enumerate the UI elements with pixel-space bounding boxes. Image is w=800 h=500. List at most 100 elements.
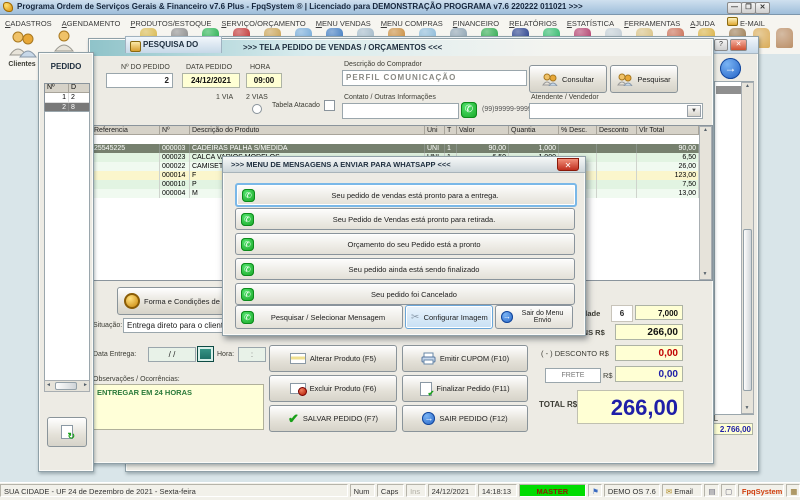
second-toolbar-icon[interactable] bbox=[52, 29, 76, 53]
pesquisa-list-scrollbar[interactable]: ▲ ▼ bbox=[741, 82, 754, 414]
frete-input[interactable]: FRETE bbox=[545, 368, 601, 383]
whatsapp-message-button[interactable]: ✆Seu Pedido de Vendas está pronto para r… bbox=[235, 208, 575, 230]
menu-item[interactable]: AGENDAMENTO bbox=[57, 17, 126, 28]
whatsapp-message-button[interactable]: ✆Orçamento do seu Pedido está a pronto bbox=[235, 233, 575, 255]
pesquisa-selected-row[interactable] bbox=[716, 86, 741, 94]
menu-item[interactable]: MENU VENDAS bbox=[311, 17, 376, 28]
hora-entrega-label: Hora: bbox=[217, 351, 234, 358]
observacoes-textarea[interactable]: ENTREGAR EM 24 HORAS bbox=[92, 384, 264, 430]
scroll-down-icon[interactable]: ▼ bbox=[742, 405, 752, 412]
sair-pedido-button[interactable]: → SAIR PEDIDO (F12) bbox=[402, 405, 528, 432]
emitir-cupom-button[interactable]: Emitir CUPOM (F10) bbox=[402, 345, 528, 372]
menu-item[interactable]: FERRAMENTAS bbox=[619, 17, 685, 28]
hscroll-thumb[interactable] bbox=[55, 382, 77, 390]
configurar-imagem-button[interactable]: ✂ Configurar Imagem bbox=[405, 305, 493, 329]
clientes-toolbar-button[interactable]: Clientes bbox=[2, 29, 42, 75]
grid-scrollbar[interactable]: ▲ ▼ bbox=[699, 126, 712, 280]
grid-column-header[interactable]: Nº bbox=[160, 126, 190, 135]
menu-item[interactable]: FINANCEIRO bbox=[448, 17, 504, 28]
grid-column-header[interactable]: Valor bbox=[457, 126, 509, 135]
scroll-left-icon[interactable]: ◄ bbox=[46, 382, 51, 389]
clients-people-icon bbox=[7, 29, 37, 61]
dialog-title: >>> MENU DE MENSAGENS A ENVIAR PARA WHAT… bbox=[231, 160, 451, 169]
vias-radio[interactable] bbox=[252, 104, 262, 114]
grid-cell bbox=[597, 171, 637, 180]
minimize-button[interactable]: — bbox=[727, 2, 742, 14]
maximize-button[interactable]: ❐ bbox=[741, 2, 756, 14]
whatsapp-message-label: Seu pedido ainda está sendo finalizado bbox=[254, 265, 574, 274]
calendar-icon-button[interactable] bbox=[197, 346, 214, 362]
pesquisar-mensagem-button[interactable]: ✆ Pesquisar / Selecionar Mensagem bbox=[235, 305, 403, 329]
whatsapp-message-button[interactable]: ✆Seu pedido ainda está sendo finalizado bbox=[235, 258, 575, 280]
scroll-right-icon[interactable]: ► bbox=[83, 382, 88, 389]
grid-column-header[interactable]: Desconto bbox=[597, 126, 637, 135]
grid-scroll-down-icon[interactable]: ▼ bbox=[700, 271, 710, 278]
pesquisa-result-list[interactable]: ▲ ▼ bbox=[714, 81, 754, 415]
comprador-input[interactable]: PERFIL COMUNICAÇÃO bbox=[342, 70, 527, 86]
menu-item[interactable]: SERVIÇO/ORÇAMENTO bbox=[216, 17, 310, 28]
finalizar-pedido-button[interactable]: ✔ Finalizar Pedido (F11) bbox=[402, 375, 528, 402]
grid-cell: 13,00 bbox=[637, 189, 699, 198]
salvar-pedido-button[interactable]: ✔ SALVAR PEDIDO (F7) bbox=[269, 405, 397, 432]
email-menu-icon bbox=[727, 17, 738, 26]
pedido-refresh-doc-button[interactable]: ↻ bbox=[47, 417, 87, 447]
dialog-close-button[interactable]: ✕ bbox=[557, 158, 579, 171]
pesquisar-button[interactable]: Pesquisar bbox=[610, 65, 678, 93]
whatsapp-icon: ✆ bbox=[241, 213, 254, 226]
close-button[interactable]: ✕ bbox=[755, 2, 770, 14]
delete-record-icon bbox=[290, 383, 306, 394]
scroll-thumb[interactable] bbox=[743, 229, 752, 391]
menu-item[interactable]: RELATÓRIOS bbox=[504, 17, 562, 28]
grid-column-header[interactable]: % Desc. bbox=[559, 126, 597, 135]
menu-item[interactable]: AJUDA bbox=[685, 17, 720, 28]
pesquisa-title-text: PESQUISA DO bbox=[143, 40, 198, 49]
atendente-dropdown[interactable]: ▼ bbox=[529, 103, 703, 119]
whatsapp-message-button[interactable]: ✆Seu pedido foi Cancelado bbox=[235, 283, 575, 305]
menu-item[interactable]: ESTATÍSTICA bbox=[562, 17, 619, 28]
finalizar-pedido-label: Finalizar Pedido (F11) bbox=[436, 384, 509, 393]
status-clipboard-icon[interactable]: ▦ bbox=[786, 484, 800, 497]
data-entrega-input[interactable]: / / bbox=[148, 347, 196, 362]
tabela-atacado-checkbox[interactable] bbox=[324, 100, 335, 111]
contato-input[interactable] bbox=[342, 103, 459, 119]
num-pedido-input[interactable]: 2 bbox=[106, 73, 173, 88]
status-email-button[interactable]: ✉ Email bbox=[662, 484, 703, 497]
grid-scroll-up-icon[interactable]: ▲ bbox=[700, 127, 711, 134]
grid-column-header[interactable]: Vlr Total bbox=[637, 126, 699, 135]
scroll-up-icon[interactable]: ▲ bbox=[742, 83, 753, 90]
grid-column-header[interactable]: T bbox=[445, 126, 457, 135]
chevron-down-icon[interactable]: ▼ bbox=[687, 105, 701, 117]
grid-cell bbox=[92, 189, 160, 198]
menu-item[interactable]: PRODUTOS/ESTOQUE bbox=[125, 17, 216, 28]
menu-item-email[interactable]: E-MAIL bbox=[722, 15, 770, 28]
menu-item[interactable]: MENU COMPRAS bbox=[376, 17, 448, 28]
pedido-list-window: PEDIDO Nº D 1 2 2 8 ◄ ► ↻ bbox=[38, 52, 94, 472]
pedido-hscrollbar[interactable]: ◄ ► bbox=[44, 380, 90, 392]
grid-column-header[interactable]: Uni bbox=[425, 126, 445, 135]
data-pedido-field[interactable]: 24/12/2021 bbox=[182, 73, 240, 88]
hora-entrega-input[interactable]: : bbox=[238, 347, 266, 362]
data-entrega-label: Data Entrega: bbox=[93, 351, 136, 358]
grid-column-header[interactable]: Quantia bbox=[509, 126, 559, 135]
sair-menu-envio-button[interactable]: → Sair do Menu Envio bbox=[495, 305, 573, 329]
grid-column-header[interactable]: Referencia bbox=[92, 126, 160, 135]
excluir-produto-button[interactable]: Excluir Produto (F6) bbox=[269, 375, 397, 402]
edit-form-icon bbox=[290, 353, 306, 364]
status-monitor-icon[interactable]: ▢ bbox=[721, 484, 736, 497]
status-printer-icon[interactable]: ▤ bbox=[704, 484, 719, 497]
product-grid-row[interactable]: 25545225000003CADEIRAS PALHA S/MEDIDAUNI… bbox=[92, 144, 712, 153]
grid-column-header[interactable]: Descrição do Produto bbox=[190, 126, 425, 135]
pesquisa-close-button[interactable]: ✕ bbox=[730, 39, 747, 51]
grid-cell bbox=[597, 189, 637, 198]
hora-field[interactable]: 09:00 bbox=[246, 73, 282, 88]
pesquisa-next-arrow-button[interactable]: → bbox=[720, 58, 741, 79]
pedido-list-box[interactable] bbox=[44, 111, 90, 381]
whatsapp-icon-button[interactable]: ✆ bbox=[461, 102, 477, 118]
consultar-button[interactable]: Consultar bbox=[529, 65, 607, 93]
pedido-row[interactable]: 1 2 bbox=[45, 93, 89, 103]
alterar-produto-button[interactable]: Alterar Produto (F5) bbox=[269, 345, 397, 372]
pesquisa-help-button[interactable]: ? bbox=[714, 39, 728, 51]
menu-item[interactable]: CADASTROS bbox=[0, 17, 57, 28]
toolbar-icon[interactable] bbox=[776, 28, 793, 48]
whatsapp-message-button[interactable]: ✆Seu pedido de vendas está pronto para a… bbox=[235, 183, 577, 207]
